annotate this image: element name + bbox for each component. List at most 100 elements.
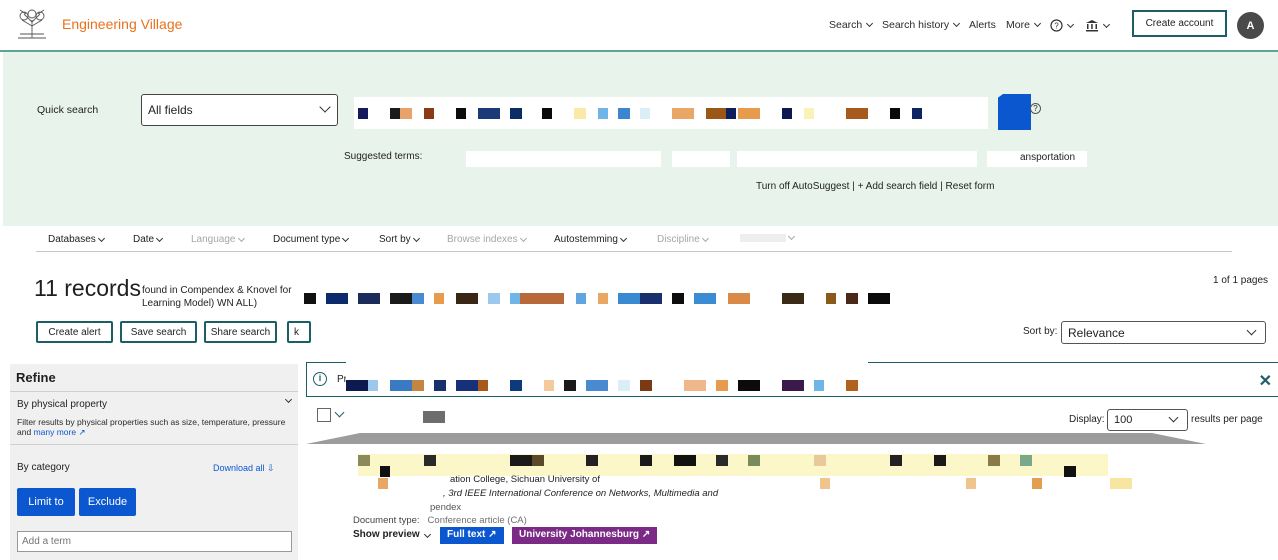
suggested-term-chip[interactable] [737, 151, 977, 167]
display-count-select[interactable]: 100 [1107, 409, 1188, 431]
external-link-icon: ↗ [488, 529, 497, 540]
add-search-field-link[interactable]: Add search field [866, 181, 938, 192]
share-search-button[interactable]: Share search [204, 321, 277, 343]
institution-icon [1086, 20, 1098, 32]
records-found-text-2: Learning Model) WN ALL) [142, 298, 258, 309]
filter-language[interactable]: Language [191, 234, 245, 245]
limit-to-button[interactable]: Limit to [17, 488, 75, 516]
top-header: Engineering Village Search Search histor… [0, 0, 1278, 52]
suggested-term-chip[interactable] [466, 151, 661, 167]
autosuggest-toggle-link[interactable]: Turn off AutoSuggest [756, 181, 849, 192]
filter-hidden[interactable] [740, 232, 796, 242]
document-type: Document type: Conference article (CA) [353, 515, 527, 526]
page-count: 1 of 1 pages [1213, 275, 1269, 286]
filter-label: Discipline [657, 234, 700, 245]
nav-help[interactable]: ? [1050, 19, 1075, 32]
sort-by-label: Sort by: [1023, 326, 1058, 337]
suggested-terms-label: Suggested terms: [344, 151, 423, 162]
download-all-label: Download all [213, 463, 265, 473]
exclude-button[interactable]: Exclude [79, 488, 136, 516]
suggested-term-text[interactable]: ansportation [1020, 152, 1075, 163]
nav-search-history[interactable]: Search history [882, 19, 961, 31]
info-icon: i [313, 372, 327, 386]
chevron-down-icon [237, 234, 245, 242]
download-all-link[interactable]: Download all ⇩ [213, 463, 275, 474]
result-database: pendex [430, 502, 462, 513]
filter-label: Autostemming [554, 234, 618, 245]
chevron-down-icon [1168, 412, 1179, 423]
chevron-down-icon [97, 234, 105, 242]
redacted-toolbar-item[interactable] [423, 411, 445, 423]
records-description: found in Compendex & Knovel for Learning… [142, 284, 302, 310]
close-icon[interactable]: ✕ [1259, 371, 1272, 391]
select-all-checkbox[interactable] [317, 408, 331, 422]
chevron-down-icon [1033, 19, 1041, 28]
display-count-value: 100 [1114, 414, 1133, 426]
search-button[interactable] [998, 94, 1031, 130]
help-icon[interactable]: ? [1030, 103, 1041, 114]
filter-label: Language [191, 234, 236, 245]
create-account-button[interactable]: Create account [1132, 10, 1227, 37]
physical-property-heading[interactable]: By physical property [17, 399, 107, 410]
filter-browse-indexes[interactable]: Browse indexes [447, 234, 527, 245]
chevron-down-icon [319, 101, 331, 113]
search-field-select-value: All fields [148, 103, 193, 117]
nav-search-history-label: Search history [882, 19, 950, 31]
chevron-down-icon [866, 19, 874, 28]
filter-label: Databases [48, 234, 96, 245]
chevron-down-icon [1246, 325, 1257, 336]
chevron-down-icon [412, 234, 420, 242]
records-count: 11 records [34, 275, 141, 301]
nav-search[interactable]: Search [829, 19, 874, 31]
filter-label: Browse indexes [447, 234, 518, 245]
svg-text:?: ? [1054, 22, 1059, 31]
results-per-page-label: results per page [1191, 414, 1263, 425]
nav-alerts[interactable]: Alerts [969, 19, 996, 31]
show-preview-toggle[interactable]: Show preview [353, 529, 432, 540]
suggested-term-chip[interactable] [672, 151, 730, 167]
external-link-icon: ↗ [641, 529, 651, 540]
sort-select[interactable]: Relevance [1061, 321, 1266, 344]
nav-more[interactable]: More [1006, 19, 1041, 31]
physical-property-description: Filter results by physical properties su… [17, 417, 297, 437]
filter-discipline[interactable]: Discipline [657, 234, 709, 245]
university-link-button[interactable]: University Johannesburg ↗ [512, 527, 658, 544]
search-field-select[interactable]: All fields [141, 94, 338, 126]
full-text-button[interactable]: Full text ↗ [440, 527, 504, 544]
divider [306, 433, 1206, 444]
divider [10, 444, 298, 445]
filter-autostemming[interactable]: Autostemming [554, 234, 627, 245]
search-options-row: Turn off AutoSuggest | + Add search fiel… [756, 181, 994, 192]
more-actions-button[interactable]: k [287, 321, 311, 343]
help-icon: ? [1050, 19, 1063, 32]
chevron-down-icon[interactable] [284, 395, 293, 404]
filter-sort-by[interactable]: Sort by [379, 234, 420, 245]
records-found-text: found in Compendex & Knovel for [142, 285, 292, 296]
filter-document-type[interactable]: Document type [273, 234, 350, 245]
divider [10, 391, 298, 392]
create-alert-button[interactable]: Create alert [36, 321, 113, 343]
result-conference: , 3rd IEEE International Conference on N… [443, 488, 719, 499]
save-search-button[interactable]: Save search [120, 321, 197, 343]
category-heading: By category [17, 462, 70, 473]
chevron-down-icon [953, 19, 961, 28]
nav-institution[interactable] [1085, 19, 1111, 32]
brand-name[interactable]: Engineering Village [62, 16, 182, 32]
avatar[interactable]: A [1237, 12, 1264, 39]
chevron-down-icon [519, 234, 527, 242]
filter-databases[interactable]: Databases [48, 234, 105, 245]
elsevier-logo-icon[interactable] [14, 8, 50, 40]
filter-date[interactable]: Date [133, 234, 164, 245]
chevron-down-icon[interactable] [334, 407, 345, 418]
reset-form-link[interactable]: Reset form [946, 181, 995, 192]
chevron-down-icon [156, 234, 164, 242]
filter-label: Date [133, 234, 155, 245]
document-type-label: Document type: [353, 515, 420, 526]
many-more-link[interactable]: many more [34, 427, 77, 437]
search-input[interactable] [354, 97, 988, 129]
chevron-down-icon [619, 234, 627, 242]
add-term-input[interactable] [17, 531, 292, 552]
download-icon: ⇩ [267, 463, 275, 473]
display-label: Display: [1069, 414, 1105, 425]
chevron-down-icon [701, 234, 709, 242]
